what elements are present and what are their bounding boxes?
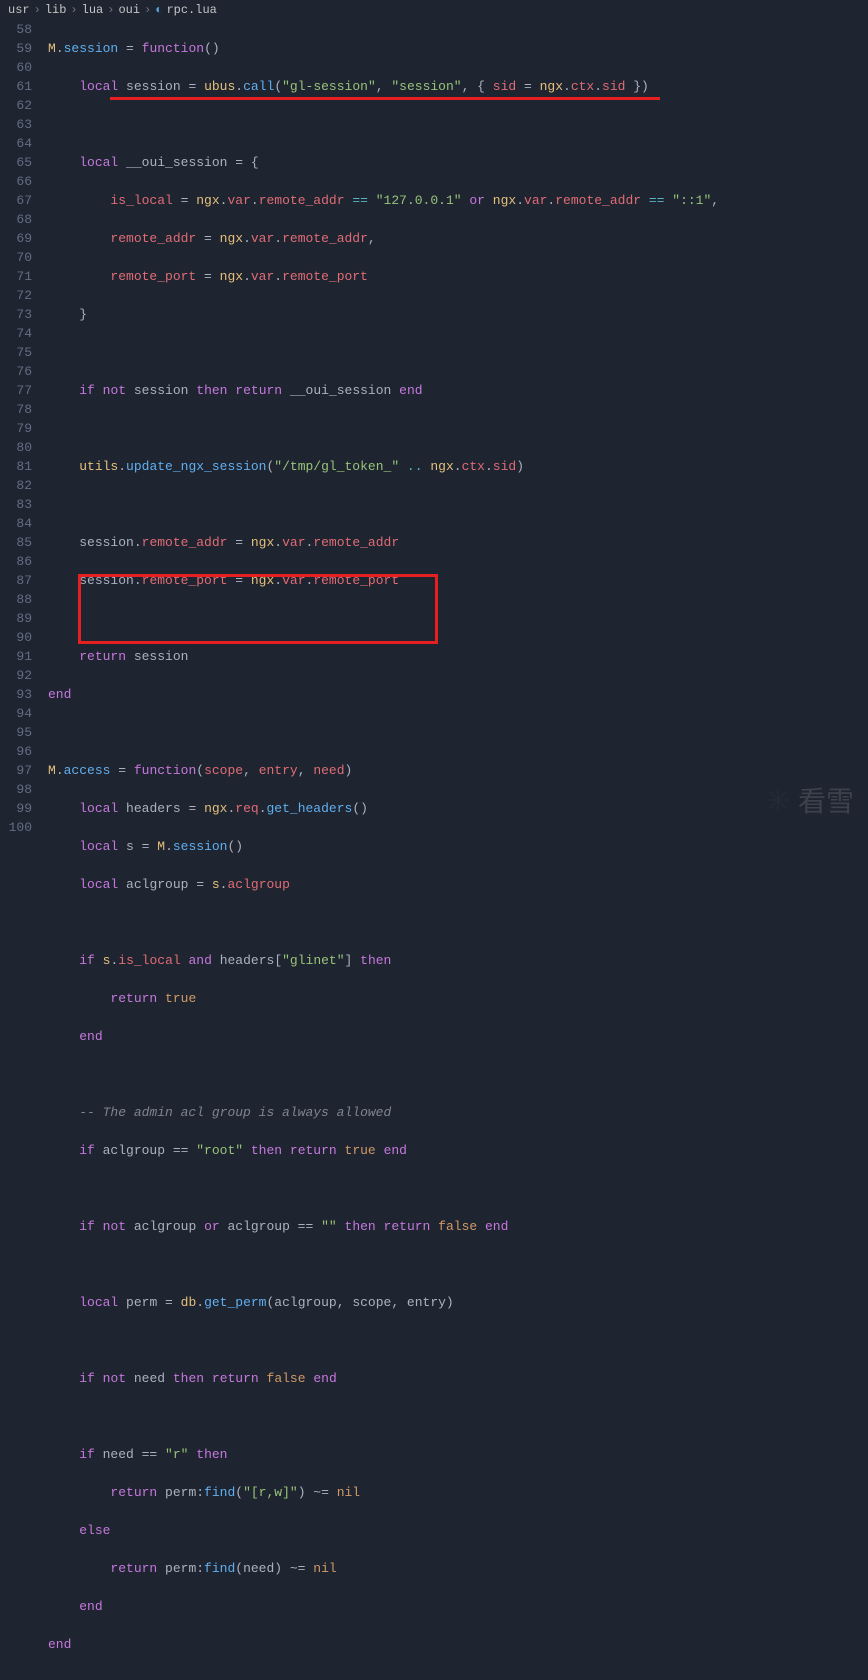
- line-number: 73: [0, 305, 32, 324]
- line-number: 74: [0, 324, 32, 343]
- line-number: 63: [0, 115, 32, 134]
- line-number: 99: [0, 799, 32, 818]
- line-number: 82: [0, 476, 32, 495]
- line-number: 96: [0, 742, 32, 761]
- line-number: 61: [0, 77, 32, 96]
- line-number: 85: [0, 533, 32, 552]
- line-number: 90: [0, 628, 32, 647]
- line-number: 87: [0, 571, 32, 590]
- line-number: 79: [0, 419, 32, 438]
- breadcrumb-part[interactable]: lua: [82, 3, 104, 17]
- line-number: 98: [0, 780, 32, 799]
- breadcrumb-part[interactable]: lib: [45, 3, 67, 17]
- line-number: 77: [0, 381, 32, 400]
- breadcrumb-file[interactable]: rpc.lua: [166, 3, 216, 17]
- line-number: 62: [0, 96, 32, 115]
- breadcrumb-separator: ›: [70, 3, 77, 17]
- lua-file-icon: ◐: [155, 3, 162, 17]
- line-number: 71: [0, 267, 32, 286]
- line-number: 68: [0, 210, 32, 229]
- breadcrumb-part[interactable]: oui: [118, 3, 140, 17]
- breadcrumb-separator: ›: [107, 3, 114, 17]
- watermark: 看雪: [764, 780, 854, 820]
- line-number: 83: [0, 495, 32, 514]
- breadcrumb: usr › lib › lua › oui › ◐ rpc.lua: [0, 0, 868, 20]
- annotation-underline: [110, 97, 660, 100]
- line-number: 64: [0, 134, 32, 153]
- breadcrumb-separator: ›: [144, 3, 151, 17]
- line-number: 86: [0, 552, 32, 571]
- code-content[interactable]: M.session = function() local session = u…: [48, 20, 868, 840]
- line-number: 65: [0, 153, 32, 172]
- line-number: 76: [0, 362, 32, 381]
- line-number: 95: [0, 723, 32, 742]
- line-number: 58: [0, 20, 32, 39]
- breadcrumb-separator: ›: [34, 3, 41, 17]
- line-number: 66: [0, 172, 32, 191]
- line-number: 60: [0, 58, 32, 77]
- line-number: 72: [0, 286, 32, 305]
- line-number: 70: [0, 248, 32, 267]
- line-number: 88: [0, 590, 32, 609]
- line-number: 97: [0, 761, 32, 780]
- line-number: 91: [0, 647, 32, 666]
- line-number: 93: [0, 685, 32, 704]
- line-number: 75: [0, 343, 32, 362]
- line-number: 78: [0, 400, 32, 419]
- line-number: 69: [0, 229, 32, 248]
- line-number-gutter: 58 59 60 61 62 63 64 65 66 67 68 69 70 7…: [0, 20, 48, 840]
- line-number: 59: [0, 39, 32, 58]
- line-number: 94: [0, 704, 32, 723]
- line-number: 84: [0, 514, 32, 533]
- line-number: 67: [0, 191, 32, 210]
- line-number: 92: [0, 666, 32, 685]
- line-number: 100: [0, 818, 32, 837]
- line-number: 80: [0, 438, 32, 457]
- code-editor[interactable]: 58 59 60 61 62 63 64 65 66 67 68 69 70 7…: [0, 20, 868, 840]
- line-number: 81: [0, 457, 32, 476]
- snowflake-icon: [764, 786, 792, 814]
- breadcrumb-part[interactable]: usr: [8, 3, 30, 17]
- line-number: 89: [0, 609, 32, 628]
